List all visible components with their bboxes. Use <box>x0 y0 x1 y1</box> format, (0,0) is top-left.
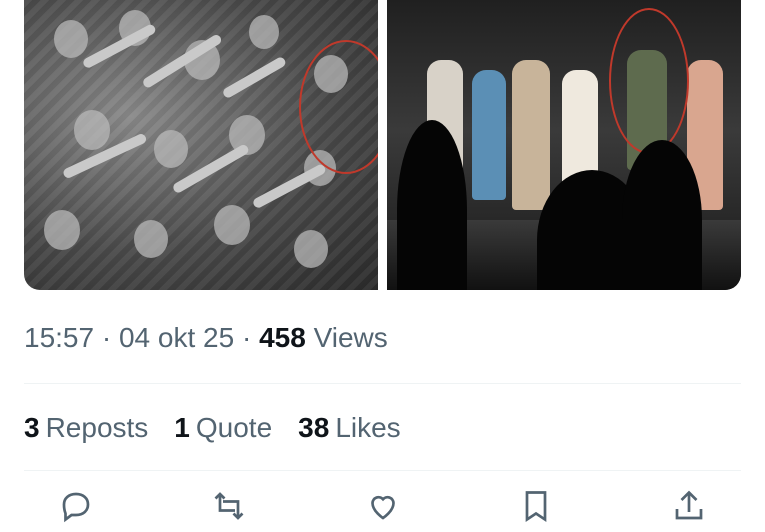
reply-button[interactable] <box>54 488 98 532</box>
repost-button[interactable] <box>207 488 251 532</box>
views-count: 458 <box>259 322 306 353</box>
post-time[interactable]: 15:57 <box>24 322 94 353</box>
bookmark-icon <box>518 488 554 529</box>
share-icon <box>671 488 707 529</box>
quotes-count: 1 <box>174 412 190 443</box>
views-label: Views <box>313 322 388 353</box>
divider <box>24 383 741 384</box>
separator-dot: · <box>241 322 260 353</box>
quotes-label: Quote <box>195 412 273 443</box>
reply-icon <box>58 488 94 529</box>
like-button[interactable] <box>361 488 405 532</box>
post-media-grid <box>24 0 741 290</box>
quotes-stat[interactable]: 1 Quote <box>174 412 272 444</box>
post-actions <box>24 488 741 528</box>
engagement-stats: 3 Reposts 1 Quote 38 Likes <box>24 412 401 444</box>
repost-icon <box>211 488 247 529</box>
likes-stat[interactable]: 38 Likes <box>298 412 401 444</box>
bookmark-button[interactable] <box>514 488 558 532</box>
likes-count: 38 <box>298 412 330 443</box>
like-icon <box>365 488 401 529</box>
reposts-stat[interactable]: 3 Reposts <box>24 412 148 444</box>
separator-dot: · <box>101 322 119 353</box>
reposts-label: Reposts <box>45 412 149 443</box>
post-metadata: 15:57 · 04 okt 25 · 458 Views <box>24 322 388 354</box>
post-date[interactable]: 04 okt 25 <box>119 322 234 353</box>
theater-stage-photo[interactable] <box>387 0 741 290</box>
likes-label: Likes <box>335 412 401 443</box>
divider <box>24 470 741 471</box>
share-button[interactable] <box>667 488 711 532</box>
reposts-count: 3 <box>24 412 40 443</box>
historical-crowd-photo[interactable] <box>24 0 378 290</box>
annotation-circle <box>609 8 689 154</box>
